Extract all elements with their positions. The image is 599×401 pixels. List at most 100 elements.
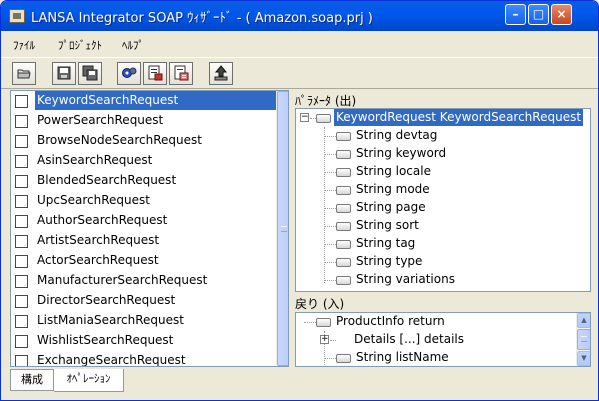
- request-checkbox[interactable]: [15, 235, 28, 248]
- return-root-label: ProductInfo return: [336, 314, 445, 328]
- request-checkbox[interactable]: [15, 355, 28, 366]
- object-icon: [316, 318, 331, 327]
- open-folder-icon: [17, 69, 31, 79]
- request-checkbox[interactable]: [15, 175, 28, 188]
- request-list-item[interactable]: ExchangeSearchRequest: [11, 351, 276, 367]
- field-icon: [336, 258, 351, 267]
- request-list-item[interactable]: ManufacturerSearchRequest: [11, 271, 276, 291]
- request-checkbox[interactable]: [15, 115, 28, 128]
- upload-icon: [214, 65, 228, 81]
- returns-tree: ProductInfo return + Details [...] detai…: [295, 312, 591, 367]
- request-label: ListManiaSearchRequest: [37, 313, 184, 327]
- request-checkbox[interactable]: [15, 195, 28, 208]
- save-button[interactable]: [52, 62, 76, 85]
- request-list-item[interactable]: DirectorSearchRequest: [11, 291, 276, 311]
- request-list-item[interactable]: KeywordSearchRequest: [11, 91, 276, 111]
- scrollbar-grip: [281, 226, 287, 232]
- request-list-item[interactable]: ActorSearchRequest: [11, 251, 276, 271]
- document-list-icon: [174, 65, 189, 81]
- request-checkbox[interactable]: [15, 215, 28, 228]
- request-list-panel: KeywordSearchRequest PowerSearchRequest Br…: [10, 90, 289, 367]
- field-icon: [336, 132, 351, 141]
- request-label: ExchangeSearchRequest: [37, 353, 186, 367]
- scroll-down-arrow-icon[interactable]: ▼: [577, 351, 590, 366]
- request-label: AsinSearchRequest: [37, 153, 153, 167]
- tree-guide-line: [325, 154, 336, 155]
- parameter-root-label: KeywordRequest KeywordSearchRequest: [334, 109, 584, 126]
- tree-guide-line: [325, 226, 336, 227]
- menu-file[interactable]: ﾌｧｲﾙ: [13, 37, 35, 53]
- maximize-button[interactable]: □: [528, 4, 549, 25]
- tree-guide-line: [325, 190, 336, 191]
- request-list-item[interactable]: ArtistSearchRequest: [11, 231, 276, 251]
- request-label: ManufacturerSearchRequest: [37, 273, 208, 287]
- field-icon: [336, 222, 351, 231]
- toolbar: [1, 57, 598, 89]
- open-button[interactable]: [12, 62, 36, 85]
- tab-operation[interactable]: ｵﾍﾟﾚｰｼｮﾝ: [54, 369, 124, 392]
- request-label: BlendedSearchRequest: [37, 173, 177, 187]
- expand-toggle[interactable]: +: [320, 335, 329, 344]
- request-checkbox[interactable]: [15, 95, 28, 108]
- request-label: UpcSearchRequest: [37, 193, 150, 207]
- field-icon: [336, 240, 351, 249]
- request-list-item[interactable]: AuthorSearchRequest: [11, 211, 276, 231]
- vertical-splitter[interactable]: [289, 90, 293, 367]
- request-label: DirectorSearchRequest: [37, 293, 176, 307]
- tree-guide-line: [325, 208, 336, 209]
- request-list-scrollbar[interactable]: [276, 91, 288, 366]
- tree-guide-line: [325, 136, 336, 137]
- parameter-child-label: String tag: [356, 236, 416, 250]
- object-icon: [316, 114, 331, 123]
- scrollbar-grip: [581, 336, 587, 342]
- parameter-child-label: String sort: [356, 218, 419, 232]
- scrollbar-thumb[interactable]: [577, 329, 590, 350]
- minimize-button[interactable]: –: [505, 4, 526, 25]
- request-checkbox[interactable]: [15, 135, 28, 148]
- request-list-item[interactable]: BrowseNodeSearchRequest: [11, 131, 276, 151]
- settings-button[interactable]: [117, 62, 141, 85]
- save-all-button[interactable]: [78, 62, 102, 85]
- scroll-up-arrow-icon[interactable]: ▲: [577, 313, 590, 328]
- request-label: ActorSearchRequest: [37, 253, 159, 267]
- tree-guide-line: [325, 280, 336, 281]
- title-bar[interactable]: LANSA Integrator SOAP ｳｨｻﾞｰﾄﾞ - ( Amazon…: [1, 1, 598, 31]
- request-checkbox[interactable]: [15, 275, 28, 288]
- properties-button[interactable]: [143, 62, 167, 85]
- returns-label: 戻り (入): [295, 297, 345, 311]
- scrollbar-thumb[interactable]: [277, 91, 288, 366]
- field-icon: [336, 168, 351, 177]
- window-title: LANSA Integrator SOAP ｳｨｻﾞｰﾄﾞ - ( Amazon…: [31, 11, 373, 26]
- tree-guide-line: [325, 244, 336, 245]
- tree-guide-line: [304, 322, 316, 323]
- parameter-child-label: String keyword: [356, 146, 447, 160]
- parameter-child-label: String variations: [356, 272, 455, 286]
- request-list-item[interactable]: WishlistSearchRequest: [11, 331, 276, 351]
- request-list-item[interactable]: PowerSearchRequest: [11, 111, 276, 131]
- request-list: KeywordSearchRequest PowerSearchRequest Br…: [11, 91, 276, 367]
- request-list-item[interactable]: UpcSearchRequest: [11, 191, 276, 211]
- parameters-label: ﾊﾟﾗﾒｰﾀ (出): [295, 94, 357, 108]
- menu-project[interactable]: ﾌﾟﾛｼﾞｪｸﾄ: [58, 37, 102, 53]
- request-checkbox[interactable]: [15, 315, 28, 328]
- field-icon: [336, 204, 351, 213]
- request-list-item[interactable]: BlendedSearchRequest: [11, 171, 276, 191]
- request-checkbox[interactable]: [15, 255, 28, 268]
- document-properties-icon: [148, 65, 163, 81]
- request-list-item[interactable]: AsinSearchRequest: [11, 151, 276, 171]
- collapse-toggle[interactable]: −: [300, 113, 309, 122]
- request-checkbox[interactable]: [15, 335, 28, 348]
- menu-bar: ﾌｧｲﾙ ﾌﾟﾛｼﾞｪｸﾄ ﾍﾙﾌﾟ: [1, 31, 598, 57]
- field-icon: [336, 276, 351, 285]
- upload-button[interactable]: [209, 62, 233, 85]
- returns-scrollbar[interactable]: ▲ ▼: [576, 313, 590, 366]
- tab-configuration[interactable]: 構成: [10, 369, 54, 391]
- list-button[interactable]: [169, 62, 193, 85]
- field-icon: [336, 354, 351, 363]
- request-checkbox[interactable]: [15, 295, 28, 308]
- parameters-tree: − KeywordRequest KeywordSearchRequest St…: [295, 108, 591, 292]
- request-list-item[interactable]: ListManiaSearchRequest: [11, 311, 276, 331]
- close-button[interactable]: ×: [551, 4, 572, 25]
- menu-help[interactable]: ﾍﾙﾌﾟ: [122, 37, 144, 53]
- request-checkbox[interactable]: [15, 155, 28, 168]
